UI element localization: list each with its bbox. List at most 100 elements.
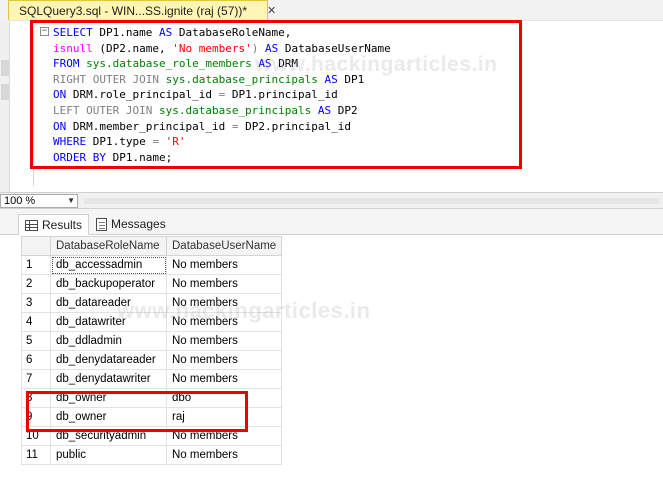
code-line[interactable]: ON DRM.role_principal_id = DP1.principal… xyxy=(53,87,391,103)
code-token: DRM.member_principal_id xyxy=(72,119,232,133)
code-token: DP2 xyxy=(337,103,358,117)
code-token: FROM xyxy=(53,57,87,71)
chevron-down-icon: ▼ xyxy=(67,196,75,205)
cell-database-role-name[interactable]: db_accessadmin xyxy=(50,255,167,275)
row-number[interactable]: 11 xyxy=(21,445,51,465)
cell-database-role-name[interactable]: db_backupoperator xyxy=(50,274,167,294)
table-row[interactable]: 2 db_backupoperator No members xyxy=(21,274,283,294)
tab-messages[interactable]: Messages xyxy=(90,214,172,235)
code-token: 'No members' xyxy=(172,41,252,55)
table-row[interactable]: 1 db_accessadmin No members xyxy=(21,255,283,275)
gutter-marker xyxy=(1,84,9,100)
code-token: = xyxy=(152,135,166,149)
code-token: DP1.name; xyxy=(112,150,173,164)
watermark: www.hackingarticles.in xyxy=(255,53,498,76)
cell-database-role-name[interactable]: db_owner xyxy=(50,407,167,427)
code-token: DP1.name xyxy=(99,26,159,39)
row-number[interactable]: 10 xyxy=(21,426,51,446)
zoom-value: 100 % xyxy=(4,195,36,207)
grid-icon xyxy=(25,220,38,231)
document-tab-bar: SQLQuery3.sql - WIN...SS.ignite (raj (57… xyxy=(0,0,663,20)
row-number[interactable]: 1 xyxy=(21,255,51,275)
code-token: sys.database_principals xyxy=(158,103,318,117)
cell-database-user-name[interactable]: No members xyxy=(165,426,283,446)
cell-database-user-name[interactable]: No members xyxy=(165,369,283,389)
code-token: DP1.principal_id xyxy=(231,88,338,102)
tab-results[interactable]: Results xyxy=(18,214,90,235)
code-token: DRM.role_principal_id xyxy=(72,88,219,102)
table-row[interactable]: 5 db_ddladmin No members xyxy=(21,331,283,351)
query-tab[interactable]: SQLQuery3.sql - WIN...SS.ignite (raj (57… xyxy=(8,0,276,20)
row-number[interactable]: 8 xyxy=(21,388,51,408)
cell-database-user-name[interactable]: No members xyxy=(165,255,283,275)
row-number[interactable]: 2 xyxy=(21,274,51,294)
cell-database-role-name[interactable]: db_denydatareader xyxy=(50,350,167,370)
table-row[interactable]: 9 db_owner raj xyxy=(21,407,283,427)
cell-database-role-name[interactable]: db_ddladmin xyxy=(50,331,167,351)
row-number[interactable]: 5 xyxy=(21,331,51,351)
grid-header-row: DatabaseRoleName DatabaseUserName xyxy=(21,236,283,256)
collapse-icon[interactable]: − xyxy=(40,27,49,36)
table-row[interactable]: 11 public No members xyxy=(21,445,283,465)
cell-database-role-name[interactable]: db_securityadmin xyxy=(50,426,167,446)
sql-code[interactable]: SELECT DP1.name AS DatabaseRoleName, isnu… xyxy=(53,25,391,165)
row-number[interactable]: 7 xyxy=(21,369,51,389)
tab-messages-label: Messages xyxy=(111,217,166,231)
gutter-marker xyxy=(1,60,9,76)
zoom-dropdown[interactable]: 100 % ▼ xyxy=(0,194,78,208)
results-grid: DatabaseRoleName DatabaseUserName 1 db_ac… xyxy=(21,236,283,465)
cell-database-role-name[interactable]: db_owner xyxy=(50,388,167,408)
code-token: ON xyxy=(53,119,73,133)
cell-database-user-name[interactable]: No members xyxy=(165,350,283,370)
row-number[interactable]: 6 xyxy=(21,350,51,370)
code-token: AS xyxy=(158,26,179,39)
watermark: www.hackingarticles.in xyxy=(117,298,371,323)
row-number[interactable]: 3 xyxy=(21,293,51,313)
code-token: DatabaseRoleName, xyxy=(178,26,292,39)
results-tab-bar: Results Messages xyxy=(0,209,663,235)
code-token: = xyxy=(231,119,246,133)
code-token: WHERE xyxy=(53,135,93,149)
table-row[interactable]: 7 db_denydatawriter No members xyxy=(21,369,283,389)
table-row[interactable]: 6 db_denydatareader No members xyxy=(21,350,283,370)
cell-database-user-name[interactable]: dbo xyxy=(165,388,283,408)
code-line[interactable]: LEFT OUTER JOIN sys.database_principals … xyxy=(53,103,391,119)
code-token: = xyxy=(218,88,232,102)
code-line[interactable]: WHERE DP1.type = 'R' xyxy=(53,134,391,150)
close-icon[interactable]: ✕ xyxy=(267,4,276,17)
code-token: AS xyxy=(317,103,338,117)
editor-left-gutter xyxy=(0,20,10,192)
editor-change-margin xyxy=(33,26,34,186)
cell-database-role-name[interactable]: public xyxy=(50,445,167,465)
code-token: RIGHT OUTER JOIN xyxy=(53,72,166,86)
code-line[interactable]: ORDER BY DP1.name; xyxy=(53,150,391,166)
code-line[interactable]: ON DRM.member_principal_id = DP2.princip… xyxy=(53,119,391,135)
results-pane: DatabaseRoleName DatabaseUserName 1 db_ac… xyxy=(0,235,663,504)
cell-database-user-name[interactable]: No members xyxy=(165,274,283,294)
cell-database-role-name[interactable]: db_denydatawriter xyxy=(50,369,167,389)
row-number[interactable]: 9 xyxy=(21,407,51,427)
code-token: sys.database_role_members xyxy=(86,57,259,71)
cell-database-user-name[interactable]: raj xyxy=(165,407,283,427)
code-token: ORDER BY xyxy=(53,150,113,164)
cell-database-user-name[interactable]: No members xyxy=(165,445,283,465)
horizontal-scrollbar[interactable] xyxy=(84,198,659,204)
code-token: LEFT OUTER JOIN xyxy=(53,103,159,117)
code-token: (DP2.name, xyxy=(99,41,173,55)
zoom-bar: 100 % ▼ xyxy=(0,192,663,209)
cell-database-user-name[interactable]: No members xyxy=(165,331,283,351)
query-tab-title: SQLQuery3.sql - WIN...SS.ignite (raj (57… xyxy=(19,4,248,18)
code-line[interactable]: SELECT DP1.name AS DatabaseRoleName, xyxy=(53,25,391,41)
code-token: DP2.principal_id xyxy=(245,119,352,133)
code-token: 'R' xyxy=(165,135,186,149)
column-header-databaseusername[interactable]: DatabaseUserName xyxy=(165,236,283,256)
row-number[interactable]: 4 xyxy=(21,312,51,332)
table-row[interactable]: 10 db_securityadmin No members xyxy=(21,426,283,446)
code-token: SELECT xyxy=(53,26,100,39)
tab-results-label: Results xyxy=(42,218,83,232)
code-token: ON xyxy=(53,88,73,102)
column-header-databaserolename[interactable]: DatabaseRoleName xyxy=(50,236,167,256)
code-token: DP1.type xyxy=(92,135,153,149)
row-number-header[interactable] xyxy=(21,236,51,256)
table-row[interactable]: 8 db_owner dbo xyxy=(21,388,283,408)
